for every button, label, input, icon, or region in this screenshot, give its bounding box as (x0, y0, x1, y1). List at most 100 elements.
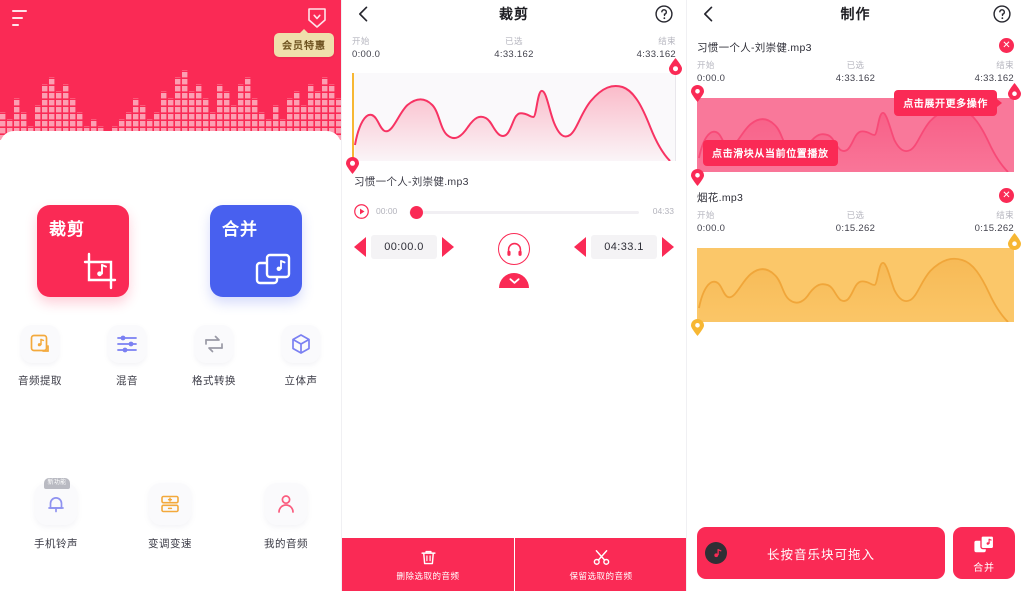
merge-feature-card[interactable]: 合并 (210, 205, 302, 297)
tool-item-audio-extract[interactable]: 音频提取 (0, 325, 80, 388)
selection-handle-start[interactable] (346, 157, 359, 174)
start-increment-arrow-right-icon[interactable] (442, 237, 454, 257)
shortcut-item-my-audio[interactable]: 我的音频 (238, 483, 334, 551)
trim-end-label: 结束 (658, 36, 676, 46)
stereo-cube-icon (292, 334, 310, 354)
drag-hint-button[interactable]: 长按音乐块可拖入 (697, 527, 945, 579)
tool-item-stereo[interactable]: 立体声 (261, 325, 341, 388)
block-handle-bottom-left[interactable] (691, 169, 704, 186)
block-handle-top-right[interactable] (1008, 233, 1021, 250)
tool-label: 音频提取 (18, 375, 62, 387)
trim-navbar: 裁剪 (342, 0, 686, 30)
crop-card-title: 裁剪 (49, 220, 85, 239)
hero-rounded-mask (0, 131, 341, 140)
end-time-stepper[interactable]: 04:33.1 (574, 235, 674, 259)
hamburger-icon[interactable] (12, 10, 34, 26)
seek-bar-row[interactable]: 00:00 04:33 (354, 203, 674, 221)
collapse-panel-button[interactable] (499, 273, 529, 288)
make-footer: 长按音乐块可拖入 合并 (687, 525, 1024, 581)
close-circle-icon[interactable]: ✕ (999, 38, 1014, 53)
play-circle-icon[interactable] (354, 204, 369, 219)
headphone-circle-icon[interactable] (498, 233, 530, 265)
track-end-time: 结束 4:33.162 (975, 59, 1014, 84)
start-time-stepper[interactable]: 00:00.0 (354, 235, 454, 259)
end-decrement-arrow-left-icon[interactable] (574, 237, 586, 257)
equalizer-decoration (0, 70, 341, 140)
end-time-field[interactable]: 04:33.1 (591, 235, 657, 259)
tool-tile (282, 325, 320, 363)
heart-shield-icon[interactable] (305, 6, 329, 30)
tool-item-format-convert[interactable]: 格式转换 (174, 325, 254, 388)
shortcut-tile (265, 483, 307, 525)
waveform-canvas (352, 73, 676, 162)
primary-feature-cards: 裁剪 合并 (0, 205, 341, 310)
shortcut-item-pitch-speed[interactable]: 变调变速 (122, 483, 218, 551)
shortcut-label: 手机铃声 (34, 538, 78, 550)
trim-selected-time: 已选 4:33.162 (494, 35, 533, 60)
crop-music-icon (83, 252, 117, 290)
drag-hint-label: 长按音乐块可拖入 (766, 547, 875, 562)
track-block-wrapper[interactable] (691, 233, 1021, 336)
track-end-label: 结束 (996, 210, 1014, 220)
start-time-field[interactable]: 00:00.0 (371, 235, 437, 259)
merge-button-label: 合并 (973, 562, 995, 574)
make-navbar: 制作 (687, 0, 1024, 30)
scissors-icon (593, 549, 609, 565)
track-row: 习惯一个人-刘崇健.mp3 ✕ 开始 0:00.0 已选 4:33.162 结束… (687, 38, 1024, 186)
track-time-summary: 开始 0:00.0 已选 0:15.262 结束 0:15.262 (687, 209, 1024, 237)
shortcut-tile (149, 483, 191, 525)
trim-page-title: 裁剪 (499, 6, 529, 22)
shortcut-item-ringtone[interactable]: 新功能 手机铃声 (8, 478, 104, 551)
music-note-icon (713, 548, 721, 557)
track-selected-value: 4:33.162 (835, 73, 876, 84)
shortcut-tile: 新功能 (35, 478, 77, 525)
merge-copies-icon (255, 253, 291, 285)
app-screenshot: 会员特惠 裁剪 合并 音频提取 混音 格式转换 立体声 新功能 手机铃声 变调变… (0, 0, 1024, 591)
start-decrement-arrow-left-icon[interactable] (354, 237, 366, 257)
playhead-line[interactable] (352, 73, 354, 161)
block-handle-bottom-left[interactable] (691, 319, 704, 336)
vip-promo-badge[interactable]: 会员特惠 (274, 29, 334, 57)
user-icon (278, 495, 294, 513)
audio-block-orange[interactable] (697, 248, 1014, 322)
track-start-time: 开始 0:00.0 (697, 59, 725, 84)
crop-feature-card[interactable]: 裁剪 (37, 205, 129, 297)
trim-panel: 裁剪 开始 0:00.0 已选 4:33.162 结束 4:33.162 习惯一… (341, 0, 686, 591)
tool-item-mixing[interactable]: 混音 (87, 325, 167, 388)
seek-current-time: 00:00 (376, 206, 398, 216)
merge-button[interactable]: 合并 (953, 527, 1015, 579)
delete-selection-button[interactable]: 删除选取的音频 (342, 538, 514, 591)
trim-selected-value: 4:33.162 (494, 49, 534, 60)
shortcut-grid: 新功能 手机铃声 变调变速 我的音频 (0, 478, 341, 563)
tool-label: 立体声 (284, 375, 318, 387)
trim-end-time: 结束 4:33.162 (637, 35, 676, 60)
keep-selection-label: 保留选取的音频 (569, 570, 633, 581)
keep-selection-button[interactable]: 保留选取的音频 (514, 538, 686, 591)
track-block-wrapper[interactable]: 点击展开更多操作 点击滑块从当前位置播放 (691, 83, 1021, 186)
hero-header: 会员特惠 (0, 0, 341, 140)
seek-track[interactable] (409, 211, 639, 214)
trash-icon (420, 550, 436, 564)
question-circle-icon[interactable] (654, 4, 674, 24)
make-page-title: 制作 (840, 6, 871, 22)
block-handle-top-right[interactable] (1008, 83, 1021, 100)
track-row: 烟花.mp3 ✕ 开始 0:00.0 已选 0:15.262 结束 0:15.2… (687, 188, 1024, 336)
trim-time-summary: 开始 0:00.0 已选 4:33.162 结束 4:33.162 (342, 35, 686, 65)
bell-icon (48, 497, 64, 513)
selection-handle-end[interactable] (669, 58, 682, 75)
close-circle-icon[interactable]: ✕ (999, 188, 1014, 203)
seek-total-time: 04:33 (652, 206, 674, 216)
make-panel: 制作 习惯一个人-刘崇健.mp3 ✕ 开始 0:00.0 已选 4:33.162… (686, 0, 1024, 591)
track-start-value: 0:00.0 (697, 73, 726, 84)
waveform-editor[interactable] (346, 58, 682, 174)
tool-tile (108, 325, 146, 363)
question-circle-icon[interactable] (992, 4, 1012, 24)
trim-start-label: 开始 (352, 36, 370, 46)
track-selected-label: 已选 (846, 60, 865, 70)
home-panel: 会员特惠 裁剪 合并 音频提取 混音 格式转换 立体声 新功能 手机铃声 变调变… (0, 0, 341, 591)
block-handle-top-left[interactable] (691, 85, 704, 102)
seek-knob[interactable] (410, 206, 423, 219)
trim-filename: 习惯一个人-刘崇健.mp3 (354, 176, 469, 188)
end-increment-arrow-right-icon[interactable] (662, 237, 674, 257)
track-time-summary: 开始 0:00.0 已选 4:33.162 结束 4:33.162 (687, 59, 1024, 87)
